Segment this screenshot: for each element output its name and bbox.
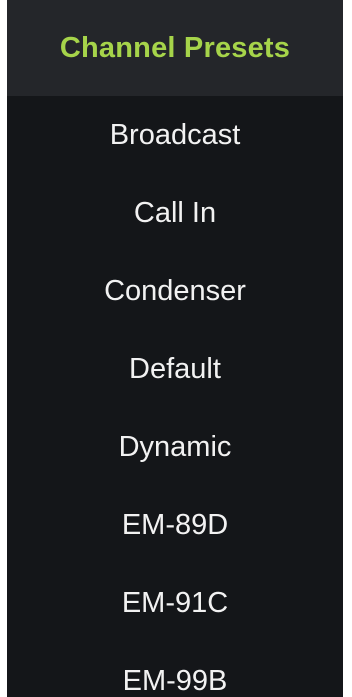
preset-label: EM-91C	[121, 586, 229, 619]
preset-label: EM-99B	[122, 664, 228, 697]
preset-item-em-99b[interactable]: EM-99B	[7, 642, 343, 697]
preset-label: Dynamic	[118, 430, 232, 463]
preset-label: Default	[129, 352, 221, 385]
channel-presets-panel: Channel Presets Broadcast Call In Conden…	[7, 0, 343, 697]
preset-label: Condenser	[104, 274, 246, 307]
preset-item-broadcast[interactable]: Broadcast	[7, 96, 343, 174]
preset-item-call-in[interactable]: Call In	[7, 174, 343, 252]
preset-item-dynamic[interactable]: Dynamic	[7, 408, 343, 486]
preset-label: Broadcast	[109, 118, 241, 151]
preset-item-em-91c[interactable]: EM-91C	[7, 564, 343, 642]
preset-label: EM-89D	[121, 508, 229, 541]
preset-list: Broadcast Call In Condenser Default Dyna…	[7, 96, 343, 697]
preset-label: Call In	[133, 196, 217, 229]
panel-header: Channel Presets	[7, 0, 343, 96]
panel-title: Channel Presets	[59, 31, 291, 64]
preset-item-em-89d[interactable]: EM-89D	[7, 486, 343, 564]
preset-item-condenser[interactable]: Condenser	[7, 252, 343, 330]
preset-item-default[interactable]: Default	[7, 330, 343, 408]
